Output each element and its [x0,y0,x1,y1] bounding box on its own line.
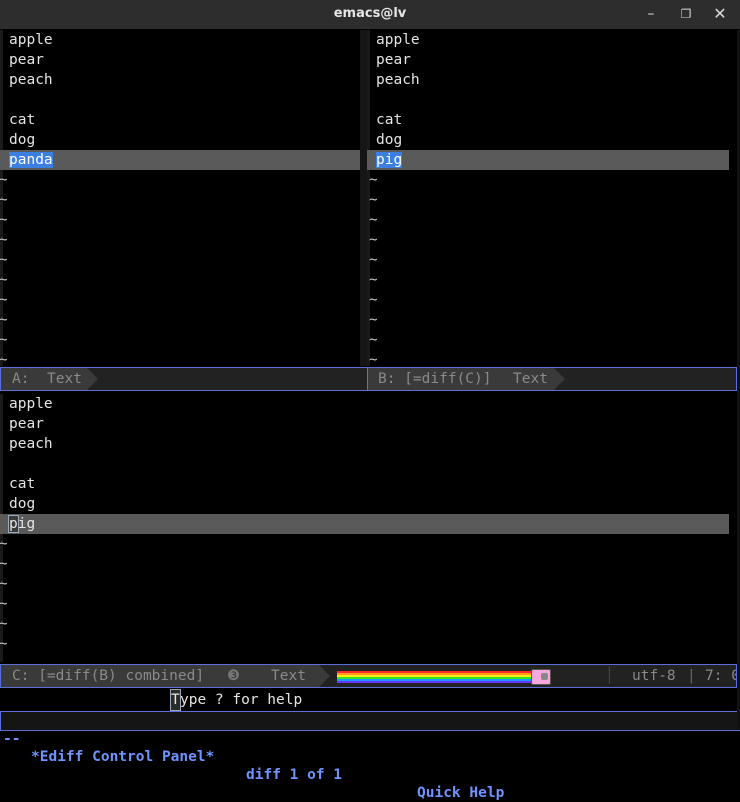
separator: | [687,668,696,684]
empty-line-marker: ~ [369,332,378,348]
current-diff-line [0,150,360,170]
window-divider[interactable] [360,30,367,366]
window-number-icon: ❸ [227,668,240,684]
modeline-b[interactable]: B: [=diff(C)] Text [367,367,737,391]
modeline-a[interactable]: A: Text [0,367,368,391]
buffer-name-c: C: [=diff(B) combined] [12,668,205,684]
empty-line-marker: ~ [0,292,8,308]
minibuffer-cursor: T [170,689,181,711]
text-cursor: p [8,515,19,533]
line-5: cat [376,112,403,128]
diff-word-b: pig [376,152,403,168]
window-titlebar: emacs@lv – ❐ ✕ [0,0,740,29]
diff-region: panda [9,150,53,170]
diff-word-c: ig [17,516,36,532]
echo-area: Type ? for help [0,689,740,711]
line-2: pear [9,52,44,68]
nyan-cat-progress-bar[interactable] [337,671,533,683]
major-mode-a[interactable]: Text [47,368,82,390]
diff-word-a: panda [9,152,53,168]
modeline-c[interactable]: C: [=diff(B) combined] ❸ Text ▏ utf-8 | … [0,664,737,688]
empty-line-marker: ~ [369,272,378,288]
empty-line-marker: ~ [369,192,378,208]
quick-help-link[interactable]: Quick Help [417,784,504,802]
line-1: apple [9,32,53,48]
diff-region: pig [8,514,36,534]
empty-line-marker: ~ [0,596,8,612]
empty-line-marker: ~ [0,536,8,552]
empty-line-marker: ~ [0,312,8,328]
window-title: emacs@lv [333,6,407,21]
encoding-indicator[interactable]: utf-8 [632,665,676,687]
empty-line-marker: ~ [0,172,8,188]
empty-line-marker: ~ [369,352,378,366]
empty-line-marker: ~ [0,576,8,592]
empty-line-marker: ~ [369,172,378,188]
close-icon[interactable]: ✕ [710,5,730,23]
current-diff-line [0,514,729,534]
major-mode-b[interactable]: Text [513,368,548,390]
empty-line-marker: ~ [0,636,8,652]
empty-line-marker: ~ [0,212,8,228]
buffer-name-b: B: [=diff(C)] [378,371,492,387]
current-diff-line [367,150,729,170]
buffer-a-pane[interactable]: apple pear peach cat dog panda ~ ~ ~ ~ ~… [0,30,367,366]
maximize-icon[interactable]: ❐ [676,5,696,23]
empty-line-marker: ~ [0,332,8,348]
diff-region: pig [376,150,403,170]
line-6: dog [9,496,36,512]
minimize-icon[interactable]: – [641,5,661,23]
empty-line-marker: ~ [369,212,378,228]
line-column-indicator: 7: 0 [705,668,737,684]
empty-line-marker: ~ [369,252,378,268]
line-2: pear [376,52,411,68]
empty-line-marker: ~ [0,556,8,572]
ediff-control-panel-modeline[interactable]: -- *Ediff Control Panel* diff 1 of 1 Qui… [0,711,740,801]
empty-line-marker: ~ [369,232,378,248]
buffer-name-a: A: [12,371,30,387]
line-5: cat [9,112,36,128]
line-6: dog [376,132,403,148]
empty-line-marker: ~ [0,272,8,288]
empty-line-marker: ~ [0,192,8,208]
line-6: dog [9,132,36,148]
line-3: peach [9,72,53,88]
control-panel-buffer-name: *Ediff Control Panel* [31,749,215,765]
buffer-b-pane[interactable]: apple pear peach cat dog pig ~ ~ ~ ~ ~ ~… [367,30,737,366]
line-1: apple [9,396,53,412]
empty-line-marker: ~ [369,312,378,328]
line-5: cat [9,476,36,492]
line-3: peach [376,72,420,88]
major-mode-c[interactable]: Text [271,665,306,687]
modeline-prefix: -- [3,731,21,747]
empty-line-marker: ~ [0,252,8,268]
line-1: apple [376,32,420,48]
empty-line-marker: ~ [0,616,8,632]
empty-line-marker: ~ [0,232,8,248]
diff-status: diff 1 of 1 [246,767,343,783]
nyan-cat-icon [531,669,551,685]
buffer-c-pane[interactable]: apple pear peach cat dog pig ~ ~ ~ ~ ~ ~ [0,394,737,662]
echo-message: ype ? for help [180,692,303,708]
line-2: pear [9,416,44,432]
empty-line-marker: ~ [0,352,8,366]
line-3: peach [9,436,53,452]
empty-line-marker: ~ [369,292,378,308]
separator: ▏ [609,668,618,684]
